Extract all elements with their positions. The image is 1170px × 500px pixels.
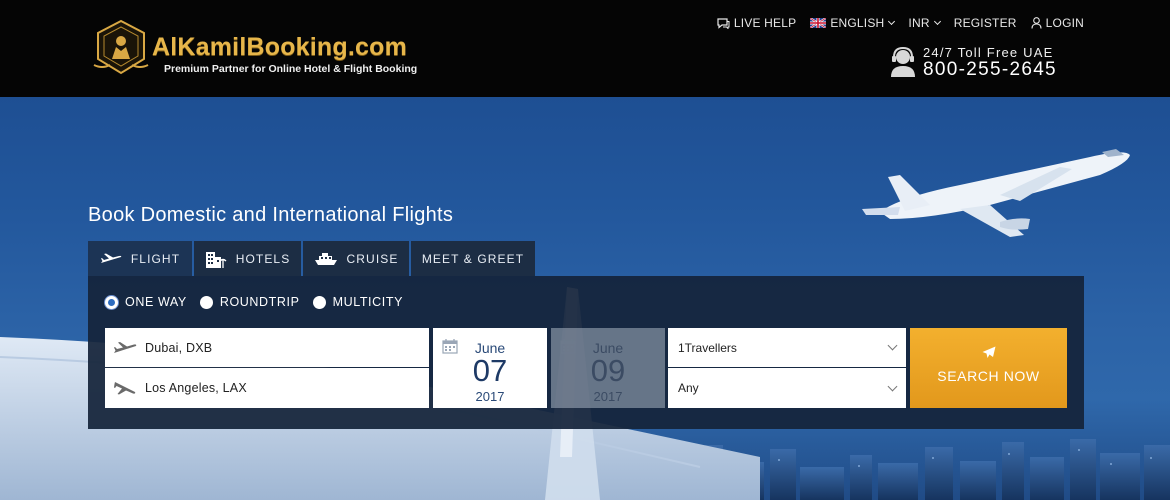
return-day: 09 bbox=[590, 353, 626, 388]
support-contact: 24/7 Toll Free UAE 800-255-2645 bbox=[890, 45, 1090, 81]
hero-banner: Book Domestic and International Flights … bbox=[0, 97, 1170, 500]
origin-value: Dubai, DXB bbox=[145, 340, 213, 355]
trip-type-label: ROUNDTRIP bbox=[219, 295, 300, 309]
cabin-class-select[interactable]: Any bbox=[668, 368, 906, 408]
ship-icon bbox=[314, 252, 338, 266]
login-link[interactable]: LOGIN bbox=[1031, 16, 1084, 30]
uk-flag-icon bbox=[810, 18, 827, 28]
support-phone[interactable]: 800-255-2645 bbox=[923, 59, 1057, 81]
radio-icon bbox=[312, 295, 326, 309]
tab-meet-greet[interactable]: MEET & GREET bbox=[411, 241, 535, 276]
cabin-class-value: Any bbox=[678, 381, 699, 395]
chevron-down-icon bbox=[887, 381, 898, 391]
departure-day: 07 bbox=[472, 353, 508, 388]
landing-icon bbox=[113, 380, 137, 396]
register-link[interactable]: REGISTER bbox=[954, 16, 1017, 30]
trip-type-group: ONE WAY ROUNDTRIP MULTICITY bbox=[105, 295, 416, 309]
trip-type-roundtrip[interactable]: ROUNDTRIP bbox=[199, 295, 300, 309]
tab-cruise[interactable]: CRUISE bbox=[303, 241, 409, 276]
brand-name: AlKamilBooking.com bbox=[152, 33, 408, 61]
trip-type-one-way[interactable]: ONE WAY bbox=[105, 295, 187, 309]
search-now-button[interactable]: SEARCH NOW bbox=[910, 328, 1067, 408]
return-year: 2017 bbox=[593, 389, 623, 404]
currency-dropdown[interactable]: INR bbox=[908, 16, 941, 30]
tab-hotels-label: HOTELS bbox=[235, 251, 291, 266]
site-header: AlKamilBooking.com Premium Partner for O… bbox=[0, 0, 1170, 97]
departure-date-picker[interactable]: June 07 2017 bbox=[433, 328, 547, 408]
departure-year: 2017 bbox=[475, 389, 505, 404]
chevron-down-icon bbox=[888, 17, 896, 26]
trip-type-label: MULTICITY bbox=[332, 295, 404, 309]
radio-icon bbox=[199, 295, 213, 309]
takeoff-icon bbox=[113, 341, 137, 355]
language-dropdown[interactable]: ENGLISH bbox=[810, 16, 896, 30]
tab-cruise-label: CRUISE bbox=[346, 251, 399, 266]
search-now-label: SEARCH NOW bbox=[937, 368, 1040, 384]
paper-plane-icon bbox=[910, 346, 1067, 359]
flight-search-panel: ONE WAY ROUNDTRIP MULTICITY Dubai, DXB L… bbox=[88, 276, 1084, 429]
travellers-select[interactable]: 1Travellers bbox=[668, 328, 906, 367]
origin-field[interactable]: Dubai, DXB bbox=[105, 328, 429, 367]
live-help-label: LIVE HELP bbox=[733, 16, 797, 30]
support-label: 24/7 Toll Free UAE bbox=[923, 45, 1054, 60]
register-label: REGISTER bbox=[953, 16, 1017, 30]
login-label: LOGIN bbox=[1045, 16, 1084, 30]
crest-icon bbox=[93, 19, 149, 75]
radio-selected-icon bbox=[105, 295, 118, 309]
language-label: ENGLISH bbox=[830, 16, 885, 30]
brand-logo[interactable]: AlKamilBooking.com Premium Partner for O… bbox=[92, 19, 422, 81]
travellers-value: 1Travellers bbox=[678, 340, 737, 355]
top-navigation: LIVE HELP ENGLISH INR REGISTER LOGIN bbox=[703, 15, 1084, 31]
hero-title: Book Domestic and International Flights bbox=[88, 204, 454, 226]
tab-flight-label: FLIGHT bbox=[130, 251, 181, 266]
chat-icon bbox=[717, 17, 730, 29]
user-icon bbox=[1031, 17, 1042, 29]
booking-tabs: FLIGHT HOTELS CRUISE MEET & GREET bbox=[88, 241, 537, 276]
hotel-icon bbox=[205, 250, 227, 268]
chevron-down-icon bbox=[887, 340, 898, 351]
trip-type-label: ONE WAY bbox=[125, 295, 187, 309]
headset-agent-icon bbox=[891, 47, 915, 77]
destination-field[interactable]: Los Angeles, LAX bbox=[105, 368, 429, 408]
plane-icon bbox=[100, 253, 122, 265]
currency-label: INR bbox=[908, 16, 930, 30]
live-help-link[interactable]: LIVE HELP bbox=[717, 16, 797, 30]
tab-meet-greet-label: MEET & GREET bbox=[421, 251, 525, 266]
tab-flight[interactable]: FLIGHT bbox=[88, 241, 192, 276]
brand-tagline: Premium Partner for Online Hotel & Fligh… bbox=[164, 63, 418, 75]
destination-value: Los Angeles, LAX bbox=[145, 381, 247, 395]
trip-type-multicity[interactable]: MULTICITY bbox=[312, 295, 404, 309]
tab-hotels[interactable]: HOTELS bbox=[194, 241, 301, 276]
return-date-picker[interactable]: June 09 2017 bbox=[551, 328, 665, 408]
chevron-down-icon bbox=[933, 17, 941, 26]
